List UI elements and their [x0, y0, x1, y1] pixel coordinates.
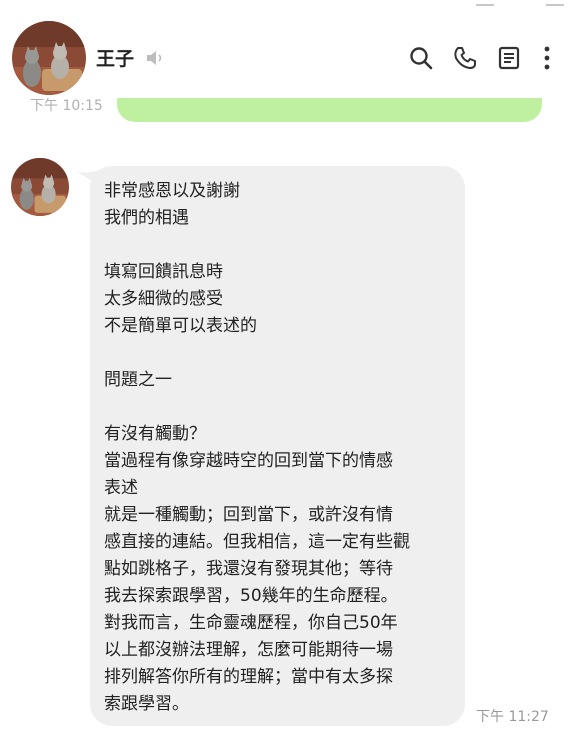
search-icon[interactable] [408, 45, 434, 71]
message-text: 非常感恩以及謝謝 我們的相遇 填寫回饋訊息時 太多細微的感受 不是簡單可以表述的… [104, 181, 410, 714]
more-vertical-icon[interactable] [534, 45, 560, 71]
window-control [546, 0, 564, 6]
message-time: 下午 11:27 [476, 709, 549, 725]
top-edge [0, 0, 577, 6]
phone-icon[interactable] [452, 45, 478, 71]
previous-message-time: 下午 10:15 [30, 98, 103, 114]
incoming-message-bubble[interactable]: 非常感恩以及謝謝 我們的相遇 填寫回饋訊息時 太多細微的感受 不是簡單可以表述的… [90, 166, 465, 726]
previous-outgoing-bubble[interactable] [117, 98, 542, 122]
previous-message-row: 下午 10:15 [0, 98, 577, 126]
notes-icon[interactable] [496, 45, 522, 71]
contact-avatar[interactable] [12, 21, 86, 95]
cat-avatar-icon [12, 21, 86, 95]
cat-avatar-icon [11, 158, 69, 216]
speaker-muted-icon [147, 51, 162, 65]
chat-header: 王子 [0, 0, 577, 98]
contact-name: 王子 [96, 48, 135, 70]
window-control [476, 0, 494, 6]
sender-avatar[interactable] [11, 158, 69, 216]
